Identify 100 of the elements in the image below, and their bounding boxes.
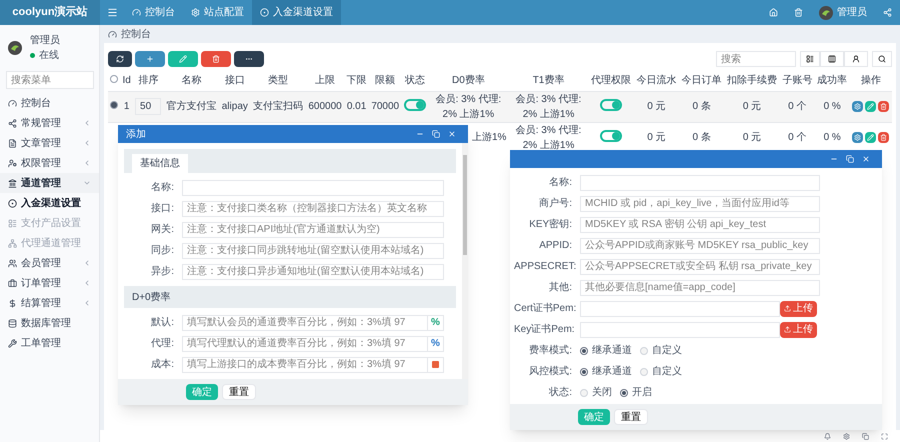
gear-icon [843, 432, 850, 440]
edit-button[interactable] [865, 132, 876, 143]
radio-label: 开启 [632, 386, 652, 400]
delete-button[interactable] [878, 101, 890, 112]
toggle-switch[interactable] [404, 99, 426, 111]
close-icon[interactable] [448, 130, 456, 138]
chevron-left-icon [83, 299, 91, 307]
list-view-button[interactable] [800, 51, 820, 67]
home-icon [769, 8, 778, 17]
settings-button[interactable] [852, 101, 864, 112]
column-header: 成功率 [817, 75, 848, 86]
radio-button[interactable] [580, 346, 588, 354]
input-field[interactable]: 公众号APPID或商家账号 MD5KEY rsa_public_key [580, 238, 820, 254]
upload-button[interactable]: 上传 [780, 322, 817, 338]
column-header: 名称 [182, 75, 202, 86]
table-cell: 支付宝扫码 [253, 101, 304, 112]
pencil-icon [867, 103, 874, 110]
reset-button[interactable]: 重置 [614, 409, 648, 425]
search-button[interactable] [872, 51, 892, 67]
input-field[interactable]: 注意：支付接口类名称（控制器接口方法名）英文名称 [182, 200, 444, 216]
edit-button[interactable] [168, 51, 198, 67]
trash-icon [212, 55, 220, 63]
more-button[interactable] [234, 51, 264, 67]
search-field[interactable]: 搜索 [716, 51, 796, 67]
trash-icon [794, 8, 803, 17]
table-cell: 0 个 [788, 101, 806, 112]
radio-button[interactable] [580, 368, 588, 376]
field-label: 商户号: [538, 196, 573, 211]
user-status: 在线 [39, 48, 59, 63]
input-field[interactable]: 其他必要信息[name值=app_code] [580, 280, 820, 296]
input-field[interactable] [580, 322, 780, 338]
sidebar-item[interactable]: 控制台 [0, 93, 99, 113]
input-field[interactable]: 注意：支付接口API地址(官方通道默认为空) [182, 222, 444, 238]
breadcrumb[interactable]: 控制台 [121, 26, 151, 42]
refresh-icon [116, 55, 124, 63]
sidebar-item[interactable]: 数据库管理 [0, 313, 99, 333]
input-field[interactable]: MD5KEY 或 RSA 密钥 公钥 api_key_test [580, 216, 820, 232]
checkbox[interactable] [110, 101, 118, 109]
field-label: 同步: [150, 244, 175, 258]
sidebar-item[interactable]: 订单管理 [0, 273, 99, 293]
field-label: 默认: [150, 316, 175, 330]
table-cell: 0 % [824, 101, 841, 112]
nav-tab[interactable]: 入金渠道设置 [252, 0, 341, 25]
input-field[interactable]: 注意：支付接口异步通知地址(留空默认使用本站域名) [182, 264, 444, 280]
user-name: 管理员 [30, 34, 60, 48]
columns-button[interactable] [820, 51, 844, 67]
radio-label: 自定义 [652, 364, 682, 379]
input-field[interactable]: 公众号APPSECRET或安全码 私钥 rsa_private_key [580, 258, 820, 274]
toggle-switch[interactable] [600, 99, 622, 111]
toggle-switch[interactable] [600, 130, 622, 142]
sidebar-subitem[interactable]: 入金渠道设置 [0, 193, 99, 213]
sidebar-item[interactable]: 会员管理 [0, 253, 99, 273]
sidebar-item[interactable]: 通道管理 [0, 173, 99, 193]
table-cell: 0 % [824, 132, 841, 143]
upload-button[interactable]: 上传 [780, 300, 817, 316]
radio-label: 关闭 [592, 386, 612, 400]
input-field[interactable]: MCHID 或 pid，api_key_live，当面付应用id等 [580, 196, 820, 212]
input-field[interactable]: 填写默认会员的通道费率百分比，例如：3%填 97 [182, 314, 428, 330]
sidebar-item[interactable]: 工单管理 [0, 333, 99, 353]
export-button[interactable] [844, 51, 868, 67]
delete-button[interactable] [878, 132, 890, 143]
input-field[interactable] [580, 174, 820, 190]
nav-tab[interactable]: 站点配置 [183, 0, 252, 25]
briefcase-icon [8, 278, 17, 288]
edit-button[interactable] [865, 101, 876, 112]
close-icon[interactable] [862, 155, 870, 163]
input-field[interactable]: 填写代理默认的通道费率百分比，例如：3%填 97 [182, 336, 428, 352]
radio-button[interactable] [620, 388, 628, 396]
input-field[interactable]: 注意：支付接口同步跳转地址(留空默认使用本站域名) [182, 242, 444, 258]
sort-field[interactable]: 50 [135, 98, 162, 115]
form-tab[interactable]: 基础信息 [132, 154, 188, 173]
table-cell-text: 会员: 3% 代理: 2% 上游1% [514, 92, 582, 122]
reset-button[interactable]: 重置 [222, 384, 256, 400]
user-name: 管理员 [837, 6, 867, 20]
menu-search-field[interactable]: 搜索菜单 [6, 71, 94, 89]
field-label: 名称: [150, 181, 175, 195]
column-header: 今日订单 [682, 75, 722, 86]
delete-button[interactable] [201, 51, 231, 67]
restore-icon[interactable] [846, 155, 854, 163]
user-icon [852, 55, 860, 63]
sidebar-item[interactable]: 权限管理 [0, 153, 99, 173]
nav-tab[interactable]: 控制台 [124, 0, 183, 25]
chevron-left-icon [83, 139, 91, 147]
checkbox[interactable] [110, 75, 118, 84]
input-field[interactable]: 填写上游接口的成本费率百分比，例如：3%填 97 [182, 356, 428, 372]
bell-icon [824, 432, 831, 440]
sidebar-item[interactable]: 结算管理 [0, 293, 99, 313]
input-field[interactable] [580, 300, 780, 316]
field-label: 成本: [150, 358, 175, 372]
sidebar-item[interactable]: 常规管理 [0, 113, 99, 133]
sidebar-item[interactable]: 文章管理 [0, 133, 99, 153]
dialog-title: 添加 [126, 128, 146, 142]
settings-button[interactable] [852, 132, 864, 143]
search-icon [878, 55, 886, 63]
refresh-button[interactable] [108, 51, 132, 67]
restore-icon[interactable] [432, 130, 440, 138]
input-field[interactable] [182, 180, 444, 196]
table-cell: 0 元 [647, 101, 666, 112]
column-header: 接口 [224, 75, 245, 86]
table-cell-text: 上游1% [472, 130, 506, 145]
